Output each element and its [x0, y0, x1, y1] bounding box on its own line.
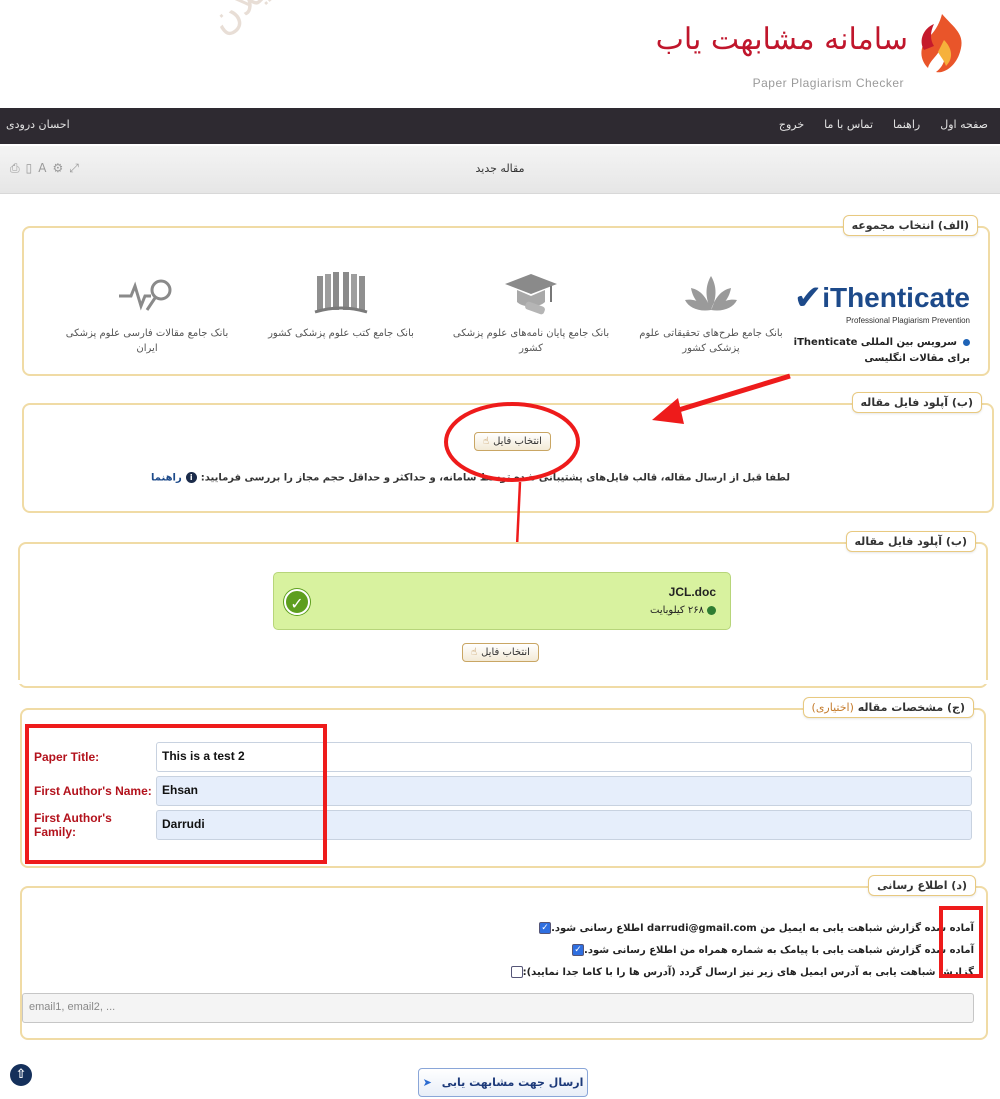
hand-pointer-icon: ☝ [471, 647, 478, 658]
submit-button[interactable]: ارسال جهت مشابهت یابی ➤ [418, 1068, 588, 1097]
checkmark-icon: ✔ [793, 278, 823, 318]
status-dot-icon [707, 605, 716, 615]
collection-list: iThenticate ✔ Professional Plagiarism Pr… [34, 268, 978, 368]
nav-item-help[interactable]: راهنما [893, 118, 920, 131]
notify-email-checkbox[interactable]: ✓ [539, 922, 552, 934]
graduation-cap-icon [501, 268, 561, 318]
author-name-row: First Author's Name: Ehsan [34, 776, 972, 806]
notify-sms-text: آماده شده گزارش شباهت یابی با پیامک به ش… [584, 944, 974, 956]
screenshot-seam [0, 680, 1000, 684]
hand-pointer-icon: ☝ [483, 436, 490, 447]
choose-file-button[interactable]: انتخاب فایل☝ [474, 432, 551, 451]
upload-legend: (ب) آپلود فایل مقاله [851, 392, 982, 413]
upload-panel-empty: (ب) آپلود فایل مقاله [22, 392, 994, 513]
paper-title-input[interactable]: This is a test 2 [156, 742, 972, 772]
uploaded-file-name: JCL.doc [668, 585, 716, 599]
logo-title: سامانه مشابهت یاب [655, 22, 908, 57]
notify-extra-emails-option[interactable]: گزارش شباهت یابی به آدرس ایمیل های زیر ن… [507, 966, 974, 978]
notify-email-text: آماده شده گزارش شباهت یابی به ایمیل من d… [551, 922, 974, 934]
ithenticate-wordmark: iThenticate [822, 282, 970, 313]
info-icon: i [185, 472, 197, 483]
choose-file-label: انتخاب فایل [493, 436, 542, 447]
upload-legend-2: (ب) آپلود فایل مقاله [845, 531, 976, 552]
optional-tag: (اختیاری) [811, 701, 854, 714]
collection-label: بانک جامع مقالات فارسی علوم پزشکی ایران [65, 328, 229, 354]
ithenticate-desc-line1: سرویس بین المللی iThenticate [793, 337, 957, 348]
uploaded-file-size: ۲۶۸ کیلوبایت [650, 605, 716, 616]
author-family-label: First Author's Family: [34, 811, 112, 839]
top-navbar: صفحه اول راهنما تماس با ما خروج احسان در… [0, 108, 1000, 144]
logo-subtitle: Paper Plagiarism Checker [752, 76, 904, 90]
site-logo[interactable]: سامانه مشابهت یاب Paper Plagiarism Check… [656, 8, 970, 98]
choose-file-button-2[interactable]: انتخاب فایل☝ [462, 643, 539, 662]
nav-item-logout[interactable]: خروج [779, 118, 804, 131]
paper-title-label: Paper Title: [34, 750, 100, 764]
author-name-label: First Author's Name: [34, 784, 152, 798]
ithenticate-description: سرویس بین المللی iThenticate برای مقالات… [785, 335, 970, 367]
books-icon [311, 268, 371, 318]
collection-research-projects[interactable]: بانک جامع طرح‌های تحقیقاتی علوم پزشکی کش… [626, 268, 796, 356]
collection-label: بانک جامع کتب علوم پزشکی کشور [268, 328, 414, 339]
stethoscope-icon [117, 268, 177, 318]
file-size-text: ۲۶۸ کیلوبایت [650, 605, 704, 616]
submit-label: ارسال جهت مشابهت یابی [441, 1076, 584, 1089]
nav-item-contact[interactable]: تماس با ما [824, 118, 873, 131]
nav-item-home[interactable]: صفحه اول [940, 118, 988, 131]
page-toolbar: ⎙ ▯ A ⚙ ⤢ مقاله جدید [0, 146, 1000, 194]
paper-plane-icon: ➤ [422, 1076, 432, 1089]
user-name[interactable]: احسان درودی [6, 118, 70, 131]
paper-title-row: Paper Title: This is a test 2 [34, 742, 972, 772]
ithenticate-logo: iThenticate ✔ [785, 278, 970, 318]
notify-extra-text: گزارش شباهت یابی به آدرس ایمیل های زیر ن… [522, 966, 974, 978]
author-family-input[interactable]: Darrudi [156, 810, 972, 840]
collection-label: بانک جامع طرح‌های تحقیقاتی علوم پزشکی کش… [639, 328, 783, 354]
collection-label: بانک جامع پایان نامه‌های علوم پزشکی کشور [452, 328, 610, 354]
flame-logo-icon [921, 14, 962, 73]
page-title: مقاله جدید [475, 162, 525, 175]
site-header: سامانه مشابهت یاب Paper Plagiarism Check… [0, 0, 1000, 108]
upload-hint: لطفا قبل از ارسال مقاله، قالب فایل‌های پ… [151, 472, 790, 484]
watermark: دانشگاه علوم پزشکی گیلان [200, 0, 553, 43]
notify-email-option[interactable]: ✓ آماده شده گزارش شباهت یابی به ایمیل من… [535, 922, 974, 934]
ithenticate-desc-line2: برای مقالات انگلیسی [864, 353, 970, 364]
upload-hint-text: لطفا قبل از ارسال مقاله، قالب فایل‌های پ… [200, 472, 790, 484]
author-name-input[interactable]: Ehsan [156, 776, 972, 806]
notification-legend: (د) اطلاع رسانی [868, 875, 976, 896]
scroll-top-icon[interactable]: ⇧ [10, 1064, 32, 1086]
paper-info-legend: (ج) مشخصات مقاله (اختیاری) [802, 697, 974, 718]
help-link[interactable]: راهنما [151, 473, 182, 484]
checkmark-circle-icon: ✓ [284, 589, 310, 615]
choose-file-label-2: انتخاب فایل [481, 647, 530, 658]
notify-extra-checkbox[interactable] [510, 966, 523, 978]
collection-panel: (الف) انتخاب مجموعه iThenticate ✔ Profes… [22, 215, 990, 376]
author-family-row: First Author's Family: Darrudi [34, 810, 972, 840]
paper-info-legend-text: (ج) مشخصات مقاله [857, 701, 965, 714]
collection-theses[interactable]: بانک جامع پایان نامه‌های علوم پزشکی کشور [446, 268, 616, 356]
lotus-icon [681, 268, 741, 318]
notify-sms-checkbox[interactable]: ✓ [572, 944, 585, 956]
collection-books[interactable]: بانک جامع کتب علوم پزشکی کشور [256, 268, 426, 341]
uploaded-file-card: ✓ JCL.doc ۲۶۸ کیلوبایت [273, 572, 731, 630]
radio-selected-icon[interactable] [963, 338, 970, 346]
extra-emails-input[interactable]: email1, email2, ... [22, 993, 974, 1023]
collection-ithenticate[interactable]: iThenticate ✔ Professional Plagiarism Pr… [785, 278, 970, 367]
notify-sms-option[interactable]: ✓ آماده شده گزارش شباهت یابی با پیامک به… [568, 944, 974, 956]
collection-persian-articles[interactable]: بانک جامع مقالات فارسی علوم پزشکی ایران [62, 268, 232, 356]
nav-menu: صفحه اول راهنما تماس با ما خروج [779, 118, 988, 131]
collection-legend: (الف) انتخاب مجموعه [842, 215, 978, 236]
